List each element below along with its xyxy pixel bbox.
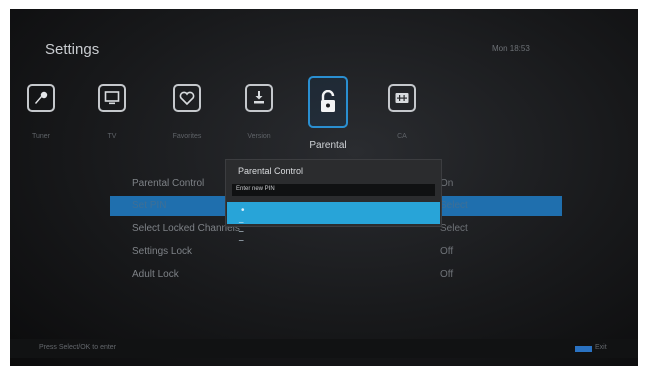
menu-label-tv: TV xyxy=(107,133,117,140)
card-icon xyxy=(395,93,409,103)
menu-item-parental[interactable] xyxy=(308,76,348,128)
pin-placeholder: _ _ _ xyxy=(239,214,246,241)
status-hint: Press Select/OK to enter xyxy=(39,344,117,351)
setting-value: Select xyxy=(440,200,468,211)
setting-label: Settings Lock xyxy=(132,246,193,257)
page-title: Settings xyxy=(45,41,100,58)
microphone-icon xyxy=(35,91,48,104)
setting-row-settings-lock[interactable]: Settings Lock Off xyxy=(110,242,562,262)
menu-item-favorites[interactable] xyxy=(173,84,201,112)
setting-value: Off xyxy=(440,269,454,280)
monitor-icon xyxy=(104,91,120,105)
menu-label-tuner: Tuner xyxy=(31,133,51,140)
menu-label-ca: CA xyxy=(397,133,407,140)
download-icon xyxy=(254,91,264,104)
pin-dots: • _ _ _ xyxy=(239,205,247,241)
pin-dialog: Parental Control Enter new PIN • _ _ _ xyxy=(225,159,442,241)
menu-item-tuner[interactable] xyxy=(27,84,55,112)
menu-item-ca[interactable] xyxy=(388,84,416,112)
exit-key-icon xyxy=(575,346,592,352)
status-bar: Press Select/OK to enter Exit xyxy=(10,339,638,358)
lock-icon xyxy=(321,90,335,112)
exit-button[interactable]: Exit xyxy=(595,344,607,351)
setting-label: Set PIN xyxy=(132,200,167,211)
menu-item-version[interactable] xyxy=(245,84,273,112)
pin-input[interactable]: • _ _ _ xyxy=(227,202,440,241)
menu-label-parental: Parental xyxy=(309,140,347,151)
dialog-title: Parental Control xyxy=(238,166,304,176)
setting-value: Off xyxy=(440,246,454,257)
setting-value: Select xyxy=(440,223,468,234)
heart-icon xyxy=(179,91,195,106)
setting-value: On xyxy=(440,178,454,189)
clock: Mon 18:53 xyxy=(492,44,530,53)
menu-item-tv[interactable] xyxy=(98,84,126,112)
menu-label-favorites: Favorites xyxy=(172,133,202,140)
dialog-prompt: Enter new PIN xyxy=(232,184,435,196)
setting-label: Parental Control xyxy=(132,178,205,189)
menu-label-version: Version xyxy=(247,133,271,140)
setting-row-adult-lock[interactable]: Adult Lock Off xyxy=(110,265,562,285)
tv-screen: Settings Mon 18:53 Tuner TV Favorites Ve… xyxy=(10,9,638,366)
setting-label: Select Locked Channels xyxy=(132,223,240,234)
setting-label: Adult Lock xyxy=(132,269,179,280)
